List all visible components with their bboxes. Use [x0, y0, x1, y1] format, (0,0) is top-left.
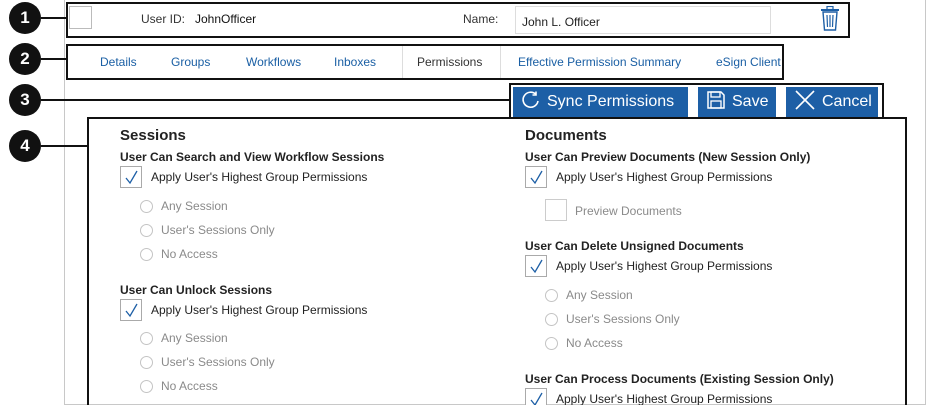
unlock-apply-label: Apply User's Highest Group Permissions — [151, 303, 368, 317]
checkmark-icon — [125, 170, 138, 185]
delete-unsigned-apply-checkbox[interactable] — [525, 255, 547, 277]
process-apply-label: Apply User's Highest Group Permissions — [556, 392, 773, 405]
name-field[interactable]: John L. Officer — [515, 6, 771, 34]
preview-apply-checkbox[interactable] — [525, 166, 547, 188]
tab-workflows[interactable]: Workflows — [242, 46, 333, 78]
save-button[interactable]: Save — [698, 87, 776, 117]
name-label: Name: — [463, 12, 499, 26]
unlock-users-sessions-radio[interactable] — [140, 356, 153, 369]
tab-bar: Details Groups Workflows Inboxes Permiss… — [70, 46, 784, 78]
sync-icon — [521, 90, 541, 115]
tab-inboxes[interactable]: Inboxes — [333, 46, 402, 78]
unlock-any-session-radio[interactable] — [140, 332, 153, 345]
search-view-users-sessions-label: User's Sessions Only — [161, 223, 275, 237]
delete-any-session-radio[interactable] — [545, 289, 558, 302]
delete-no-access-label: No Access — [566, 336, 623, 350]
search-view-no-access-label: No Access — [161, 247, 218, 261]
search-view-any-session-label: Any Session — [161, 199, 228, 213]
callout-1: 1 — [9, 2, 41, 34]
checkmark-icon — [530, 170, 543, 185]
save-label: Save — [732, 93, 769, 110]
callout-4: 4 — [9, 130, 41, 162]
tab-details[interactable]: Details — [70, 46, 168, 78]
unlock-apply-checkbox[interactable] — [120, 299, 142, 321]
save-icon — [706, 90, 726, 115]
trash-icon[interactable] — [819, 5, 841, 36]
cancel-label: Cancel — [822, 93, 872, 110]
search-view-users-sessions-radio[interactable] — [140, 224, 153, 237]
tab-permissions[interactable]: Permissions — [402, 46, 501, 78]
callout-2-leader — [41, 58, 67, 60]
process-documents-title: User Can Process Documents (Existing Ses… — [525, 372, 834, 386]
delete-users-sessions-label: User's Sessions Only — [566, 312, 680, 326]
delete-no-access-radio[interactable] — [545, 337, 558, 350]
search-view-apply-label: Apply User's Highest Group Permissions — [151, 170, 368, 184]
callout-2: 2 — [9, 43, 41, 75]
callout-1-leader — [41, 17, 67, 19]
cancel-button[interactable]: Cancel — [786, 87, 878, 117]
close-icon — [794, 89, 816, 116]
permissions-panel: Sessions User Can Search and View Workfl… — [88, 118, 906, 405]
sync-permissions-button[interactable]: Sync Permissions — [513, 87, 688, 117]
search-view-no-access-radio[interactable] — [140, 248, 153, 261]
tab-esign-client[interactable]: eSign Client — [700, 46, 784, 78]
unlock-users-sessions-label: User's Sessions Only — [161, 355, 275, 369]
user-bar: User ID: JohnOfficer Name: John L. Offic… — [67, 4, 847, 36]
unlock-sessions-title: User Can Unlock Sessions — [120, 283, 273, 297]
callout-3: 3 — [9, 84, 41, 116]
unlock-no-access-label: No Access — [161, 379, 218, 393]
search-view-apply-checkbox[interactable] — [120, 166, 142, 188]
unlock-any-session-label: Any Session — [161, 331, 228, 345]
tab-effective-permission-summary[interactable]: Effective Permission Summary — [501, 46, 700, 78]
search-view-any-session-radio[interactable] — [140, 200, 153, 213]
preview-apply-label: Apply User's Highest Group Permissions — [556, 170, 773, 184]
delete-users-sessions-radio[interactable] — [545, 313, 558, 326]
callout-3-leader — [41, 99, 510, 101]
tab-groups[interactable]: Groups — [168, 46, 242, 78]
checkmark-icon — [125, 303, 138, 318]
delete-unsigned-apply-label: Apply User's Highest Group Permissions — [556, 259, 773, 273]
process-apply-checkbox[interactable] — [525, 388, 547, 405]
documents-heading: Documents — [525, 127, 607, 144]
user-id-value: JohnOfficer — [195, 12, 257, 26]
sync-label: Sync Permissions — [547, 93, 675, 110]
checkmark-icon — [530, 392, 543, 405]
sessions-heading: Sessions — [120, 127, 186, 144]
preview-documents-checkbox[interactable] — [545, 199, 567, 221]
checkmark-icon — [530, 259, 543, 274]
search-view-sessions-title: User Can Search and View Workflow Sessio… — [120, 150, 385, 164]
user-id-label: User ID: — [141, 12, 186, 26]
delete-unsigned-title: User Can Delete Unsigned Documents — [525, 239, 744, 253]
preview-documents-label: Preview Documents — [575, 204, 682, 218]
callout-4-leader — [41, 145, 88, 147]
unlock-no-access-radio[interactable] — [140, 380, 153, 393]
preview-documents-title: User Can Preview Documents (New Session … — [525, 150, 811, 164]
delete-any-session-label: Any Session — [566, 288, 633, 302]
user-select-checkbox[interactable] — [69, 6, 92, 29]
